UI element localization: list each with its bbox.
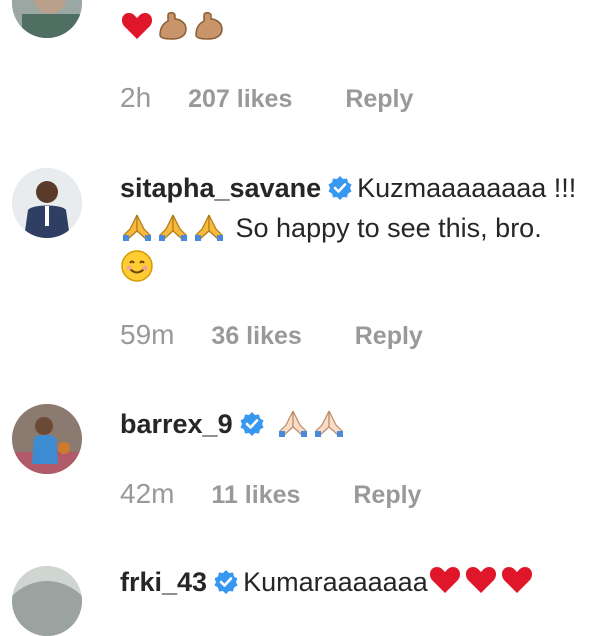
reply-button[interactable]: Reply — [345, 85, 413, 113]
reply-button[interactable]: Reply — [355, 322, 423, 350]
verified-badge-icon — [239, 411, 265, 437]
folded-hands-icon — [120, 209, 154, 243]
comment-text: sitapha_savane Kuzmaaaaaaaa !!! So happy… — [120, 168, 580, 288]
comment-meta: 42m 11 likes Reply — [120, 478, 421, 510]
comment-time: 42m — [120, 478, 175, 509]
avatar[interactable] — [12, 404, 82, 474]
flexed-biceps-icon — [192, 9, 226, 43]
heart-icon — [120, 9, 154, 43]
flexed-biceps-icon — [156, 9, 190, 43]
heart-icon — [464, 563, 498, 597]
comment-meta: 2h 207 likes Reply — [120, 82, 413, 114]
heart-icon — [428, 563, 462, 597]
folded-hands-icon — [156, 209, 190, 243]
avatar[interactable] — [12, 168, 82, 238]
avatar[interactable] — [12, 0, 82, 38]
smiling-face-icon — [120, 249, 154, 283]
comment-time: 2h — [120, 82, 152, 113]
comment-text: frki_43 Kumaraaaaaaa — [120, 562, 580, 602]
verified-badge-icon — [213, 569, 239, 595]
avatar[interactable] — [12, 566, 82, 636]
comment-text — [120, 8, 580, 48]
comment-body: Kumaraaaaaaa — [243, 567, 428, 597]
reply-button[interactable]: Reply — [353, 481, 421, 509]
comment-time: 59m — [120, 319, 175, 350]
folded-hands-icon — [192, 209, 226, 243]
folded-hands-icon — [276, 405, 310, 439]
folded-hands-icon — [312, 405, 346, 439]
like-count[interactable]: 207 likes — [188, 85, 292, 113]
username[interactable]: barrex_9 — [120, 409, 233, 439]
like-count[interactable]: 36 likes — [211, 322, 301, 350]
comment-body: So happy to see this, bro. — [235, 213, 542, 243]
verified-badge-icon — [327, 175, 353, 201]
heart-icon — [500, 563, 534, 597]
like-count[interactable]: 11 likes — [211, 481, 300, 509]
comment-body: Kuzmaaaaaaaa !!! — [357, 173, 577, 203]
username[interactable]: frki_43 — [120, 567, 207, 597]
comment-text: barrex_9 — [120, 404, 580, 444]
comment-meta: 59m 36 likes Reply — [120, 319, 423, 351]
username[interactable]: sitapha_savane — [120, 173, 321, 203]
